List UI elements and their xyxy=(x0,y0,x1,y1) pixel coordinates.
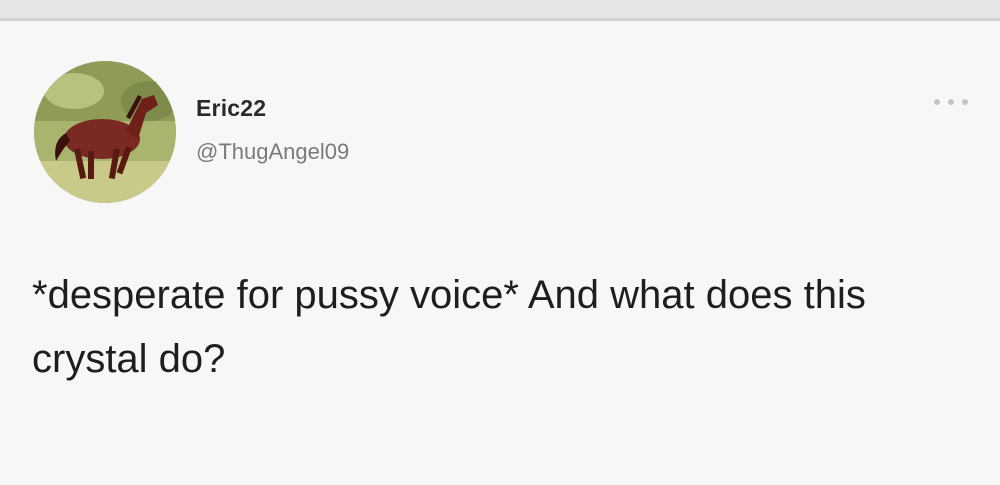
user-handle[interactable]: @ThugAngel09 xyxy=(196,139,349,165)
horse-avatar-icon[interactable] xyxy=(34,61,176,203)
avatar-image xyxy=(34,61,176,203)
dot-icon xyxy=(948,99,954,105)
dot-icon xyxy=(962,99,968,105)
tweet-text: *desperate for pussy voice* And what doe… xyxy=(32,273,877,381)
top-divider xyxy=(0,0,1000,21)
dot-icon xyxy=(934,99,940,105)
tweet-card: Eric22 @ThugAngel09 *desperate for pussy… xyxy=(0,21,1000,485)
user-display-name[interactable]: Eric22 xyxy=(196,95,266,122)
more-options-icon[interactable] xyxy=(934,91,968,113)
